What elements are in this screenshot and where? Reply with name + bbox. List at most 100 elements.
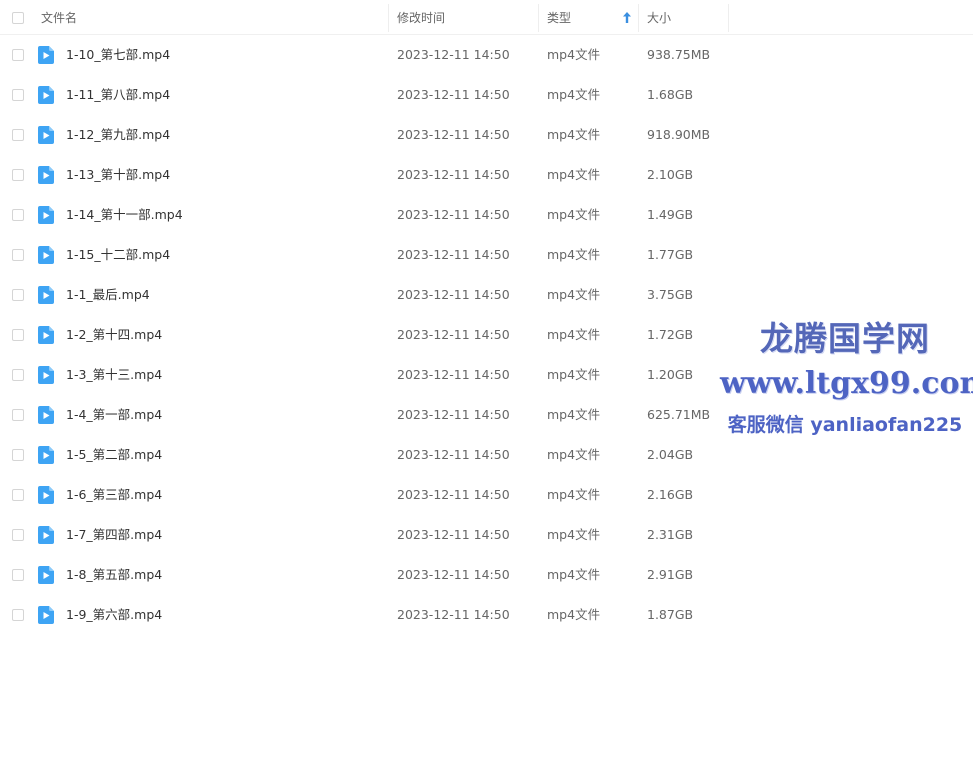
file-name[interactable]: 1-14_第十一部.mp4 (66, 195, 183, 235)
file-row[interactable]: 1-3_第十三.mp4 2023-12-11 14:50 mp4文件 1.20G… (0, 355, 973, 395)
file-modified-time: 2023-12-11 14:50 (397, 447, 510, 462)
file-row[interactable]: 1-7_第四部.mp4 2023-12-11 14:50 mp4文件 2.31G… (0, 515, 973, 555)
file-row-checkbox[interactable] (12, 529, 24, 541)
file-size: 2.31GB (647, 527, 694, 542)
file-modified-time: 2023-12-11 14:50 (397, 167, 510, 182)
file-row-checkbox[interactable] (12, 609, 24, 621)
file-row-checkbox[interactable] (12, 289, 24, 301)
column-divider[interactable] (388, 4, 389, 32)
file-type: mp4文件 (547, 487, 601, 502)
file-size: 938.75MB (647, 47, 711, 62)
file-row-checkbox[interactable] (12, 169, 24, 181)
file-type: mp4文件 (547, 127, 601, 142)
file-modified-time: 2023-12-11 14:50 (397, 607, 510, 622)
file-row-checkbox[interactable] (12, 129, 24, 141)
video-file-icon (38, 326, 54, 344)
column-header-name[interactable]: 文件名 (41, 0, 77, 34)
file-type: mp4文件 (547, 167, 601, 182)
file-size: 2.16GB (647, 487, 694, 502)
file-size: 1.77GB (647, 247, 694, 262)
sort-ascending-arrow-icon[interactable] (623, 12, 631, 23)
file-size: 2.91GB (647, 567, 694, 582)
file-type: mp4文件 (547, 247, 601, 262)
file-row-checkbox[interactable] (12, 249, 24, 261)
video-file-icon (38, 606, 54, 624)
file-row-checkbox[interactable] (12, 369, 24, 381)
column-header-type[interactable]: 类型 (547, 0, 571, 34)
file-name[interactable]: 1-12_第九部.mp4 (66, 115, 170, 155)
video-file-icon (38, 406, 54, 424)
file-name[interactable]: 1-8_第五部.mp4 (66, 555, 162, 595)
file-row-checkbox[interactable] (12, 329, 24, 341)
file-row-checkbox[interactable] (12, 209, 24, 221)
file-row[interactable]: 1-11_第八部.mp4 2023-12-11 14:50 mp4文件 1.68… (0, 75, 973, 115)
video-file-icon (38, 566, 54, 584)
file-row[interactable]: 1-6_第三部.mp4 2023-12-11 14:50 mp4文件 2.16G… (0, 475, 973, 515)
file-name[interactable]: 1-7_第四部.mp4 (66, 515, 162, 555)
file-size: 1.49GB (647, 207, 694, 222)
file-row-checkbox[interactable] (12, 569, 24, 581)
video-file-icon (38, 446, 54, 464)
file-row[interactable]: 1-9_第六部.mp4 2023-12-11 14:50 mp4文件 1.87G… (0, 595, 973, 635)
file-row[interactable]: 1-15_十二部.mp4 2023-12-11 14:50 mp4文件 1.77… (0, 235, 973, 275)
file-row[interactable]: 1-10_第七部.mp4 2023-12-11 14:50 mp4文件 938.… (0, 35, 973, 75)
file-name[interactable]: 1-9_第六部.mp4 (66, 595, 162, 635)
file-name[interactable]: 1-10_第七部.mp4 (66, 35, 170, 75)
file-name[interactable]: 1-13_第十部.mp4 (66, 155, 170, 195)
file-name[interactable]: 1-5_第二部.mp4 (66, 435, 162, 475)
column-divider[interactable] (538, 4, 539, 32)
column-divider[interactable] (728, 4, 729, 32)
file-row[interactable]: 1-4_第一部.mp4 2023-12-11 14:50 mp4文件 625.7… (0, 395, 973, 435)
file-size: 2.10GB (647, 167, 694, 182)
file-row[interactable]: 1-13_第十部.mp4 2023-12-11 14:50 mp4文件 2.10… (0, 155, 973, 195)
file-name[interactable]: 1-4_第一部.mp4 (66, 395, 162, 435)
file-row[interactable]: 1-1_最后.mp4 2023-12-11 14:50 mp4文件 3.75GB (0, 275, 973, 315)
column-header-modified-time[interactable]: 修改时间 (397, 0, 445, 34)
file-type: mp4文件 (547, 207, 601, 222)
file-modified-time: 2023-12-11 14:50 (397, 487, 510, 502)
file-size: 625.71MB (647, 407, 711, 422)
video-file-icon (38, 46, 54, 64)
file-type: mp4文件 (547, 447, 601, 462)
file-type: mp4文件 (547, 47, 601, 62)
file-row-checkbox[interactable] (12, 49, 24, 61)
file-size: 3.75GB (647, 287, 694, 302)
file-row-checkbox[interactable] (12, 89, 24, 101)
file-row[interactable]: 1-2_第十四.mp4 2023-12-11 14:50 mp4文件 1.72G… (0, 315, 973, 355)
file-type: mp4文件 (547, 567, 601, 582)
file-size: 1.68GB (647, 87, 694, 102)
file-size: 1.72GB (647, 327, 694, 342)
select-all-checkbox[interactable] (12, 12, 24, 24)
file-name[interactable]: 1-3_第十三.mp4 (66, 355, 162, 395)
file-modified-time: 2023-12-11 14:50 (397, 567, 510, 582)
file-modified-time: 2023-12-11 14:50 (397, 87, 510, 102)
file-size: 1.20GB (647, 367, 694, 382)
file-row[interactable]: 1-8_第五部.mp4 2023-12-11 14:50 mp4文件 2.91G… (0, 555, 973, 595)
file-type: mp4文件 (547, 407, 601, 422)
column-header-size[interactable]: 大小 (647, 0, 671, 34)
file-size: 1.87GB (647, 607, 694, 622)
file-size: 2.04GB (647, 447, 694, 462)
video-file-icon (38, 366, 54, 384)
video-file-icon (38, 486, 54, 504)
file-modified-time: 2023-12-11 14:50 (397, 47, 510, 62)
file-name[interactable]: 1-1_最后.mp4 (66, 275, 150, 315)
file-row[interactable]: 1-12_第九部.mp4 2023-12-11 14:50 mp4文件 918.… (0, 115, 973, 155)
file-row-checkbox[interactable] (12, 449, 24, 461)
file-row[interactable]: 1-14_第十一部.mp4 2023-12-11 14:50 mp4文件 1.4… (0, 195, 973, 235)
file-list-header: 文件名 修改时间 类型 大小 (0, 0, 973, 35)
file-row[interactable]: 1-5_第二部.mp4 2023-12-11 14:50 mp4文件 2.04G… (0, 435, 973, 475)
column-divider[interactable] (638, 4, 639, 32)
video-file-icon (38, 206, 54, 224)
file-modified-time: 2023-12-11 14:50 (397, 407, 510, 422)
file-row-checkbox[interactable] (12, 409, 24, 421)
file-modified-time: 2023-12-11 14:50 (397, 207, 510, 222)
file-type: mp4文件 (547, 287, 601, 302)
file-name[interactable]: 1-11_第八部.mp4 (66, 75, 170, 115)
file-name[interactable]: 1-2_第十四.mp4 (66, 315, 162, 355)
file-modified-time: 2023-12-11 14:50 (397, 367, 510, 382)
file-row-checkbox[interactable] (12, 489, 24, 501)
file-name[interactable]: 1-15_十二部.mp4 (66, 235, 170, 275)
file-type: mp4文件 (547, 327, 601, 342)
file-name[interactable]: 1-6_第三部.mp4 (66, 475, 162, 515)
